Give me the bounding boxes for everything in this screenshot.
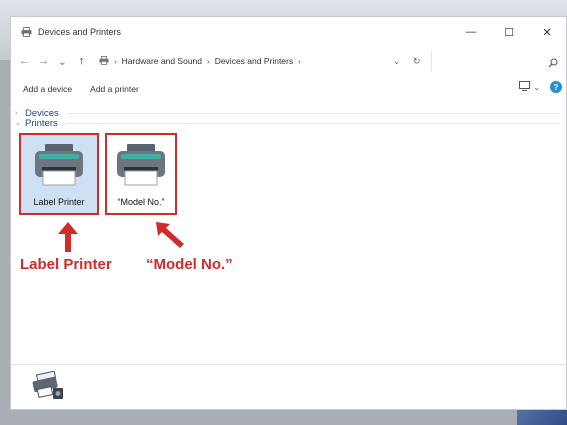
details-pane [11, 364, 566, 409]
address-dropdown-button[interactable]: ⌄ [393, 47, 401, 75]
printer-icon [117, 144, 165, 186]
location-printer-icon [99, 55, 109, 67]
back-button[interactable]: ← [15, 51, 34, 71]
maximize-button[interactable]: ☐ [490, 17, 528, 47]
devices-and-printers-window: Devices and Printers — ☐ ✕ ← → ⌄ ↑ › Har… [10, 16, 567, 410]
printer-app-icon [21, 27, 32, 37]
chevron-down-icon: ⌄ [15, 120, 21, 127]
up-button[interactable]: ↑ [72, 51, 91, 71]
window-title: Devices and Printers [38, 27, 122, 37]
breadcrumb-hardware-and-sound[interactable]: Hardware and Sound [122, 56, 202, 66]
forward-button[interactable]: → [34, 51, 53, 71]
add-device-button[interactable]: Add a device [19, 82, 76, 96]
annotation-arrow-up [58, 222, 78, 252]
annotation-arrow-diagonal [156, 222, 184, 248]
printer-item-model-no[interactable]: “Model No.” [105, 133, 177, 215]
breadcrumb-separator: › [298, 56, 301, 66]
printer-item-label-printer[interactable]: Label Printer [19, 133, 99, 215]
title-bar: Devices and Printers — ☐ ✕ [11, 17, 566, 47]
address-bar: ← → ⌄ ↑ › Hardware and Sound › Devices a… [11, 47, 566, 75]
view-icon [519, 81, 531, 93]
view-options-button[interactable]: ⌄ [519, 81, 540, 93]
view-dropdown-icon: ⌄ [533, 82, 540, 92]
search-icon [548, 55, 558, 73]
search-input[interactable] [431, 51, 560, 71]
minimize-button[interactable]: — [452, 17, 490, 47]
group-printers[interactable]: ⌄ Printers [11, 115, 566, 131]
recent-locations-button[interactable]: ⌄ [53, 51, 72, 71]
add-printer-button[interactable]: Add a printer [86, 82, 143, 96]
refresh-button[interactable]: ↻ [413, 47, 421, 75]
printer-label: “Model No.” [117, 197, 165, 207]
printer-icon [35, 144, 83, 186]
group-divider [65, 122, 560, 124]
breadcrumb-separator: › [207, 56, 210, 66]
printer-details-icon [31, 370, 65, 406]
annotation-label-printer: Label Printer [20, 256, 112, 273]
close-button[interactable]: ✕ [528, 17, 566, 47]
group-printers-label: Printers [25, 117, 58, 129]
annotation-model-no: “Model No.” [146, 256, 233, 273]
group-divider [66, 112, 560, 114]
breadcrumb[interactable]: › Hardware and Sound › Devices and Print… [99, 55, 306, 67]
breadcrumb-separator: › [114, 56, 117, 66]
help-button[interactable]: ? [550, 81, 562, 93]
command-bar: Add a device Add a printer ⌄ ? [11, 75, 566, 103]
printer-label: Label Printer [33, 197, 85, 207]
breadcrumb-devices-and-printers[interactable]: Devices and Printers [215, 56, 293, 66]
